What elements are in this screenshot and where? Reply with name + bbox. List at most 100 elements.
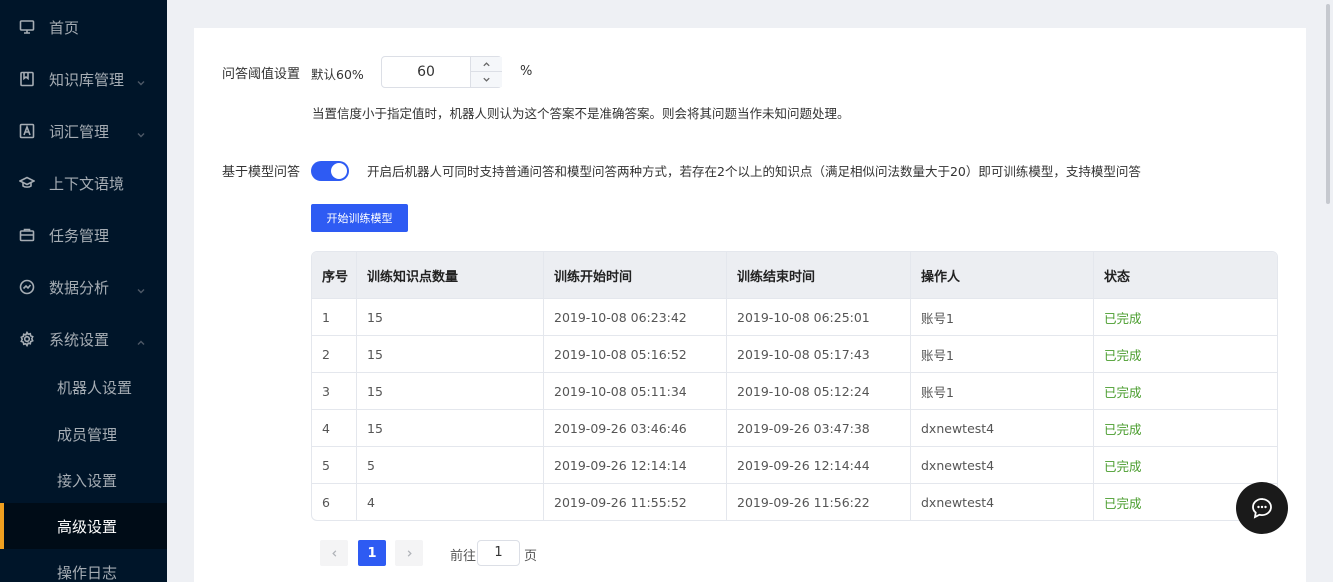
table-cell: 2019-10-08 05:16:52 (544, 335, 727, 372)
chevron-down-icon (136, 282, 146, 294)
table-cell: 15 (357, 409, 544, 446)
column-header: 训练结束时间 (727, 252, 911, 298)
column-header: 状态 (1094, 252, 1277, 298)
scrollbar-thumb[interactable] (1326, 4, 1330, 204)
decrease-button[interactable] (471, 72, 502, 87)
sidebar-subitem-label: 成员管理 (57, 425, 118, 444)
briefcase-icon (19, 227, 35, 243)
table-cell: 2019-10-08 06:23:42 (544, 298, 727, 335)
column-header: 训练知识点数量 (357, 252, 544, 298)
sidebar-subitem-label: 接入设置 (57, 471, 118, 490)
table-cell: 2 (312, 335, 357, 372)
chat-bubble-icon (1252, 498, 1272, 519)
sidebar-item-knowledge-base[interactable]: 知识库管理 (0, 54, 167, 104)
sidebar-item-analytics[interactable]: 数据分析 (0, 262, 167, 312)
sidebar-subitem-label: 操作日志 (57, 563, 118, 582)
status-cell: 已完成 (1094, 372, 1277, 409)
chart-circle-icon (19, 279, 35, 295)
sidebar-subitem-advanced-settings[interactable]: 高级设置 (0, 503, 167, 549)
table-row: 2 15 2019-10-08 05:16:52 2019-10-08 05:1… (312, 335, 1277, 372)
threshold-label: 问答阈值设置 (222, 67, 301, 82)
table-cell: 4 (312, 409, 357, 446)
increase-button[interactable] (471, 57, 502, 72)
sidebar-subitem-label: 机器人设置 (57, 378, 133, 397)
chevron-down-icon (483, 77, 490, 82)
table-row: 1 15 2019-10-08 06:23:42 2019-10-08 06:2… (312, 298, 1277, 335)
table-cell: 2019-09-26 03:46:46 (544, 409, 727, 446)
sidebar-item-label: 知识库管理 (49, 70, 125, 89)
table-cell: 1 (312, 298, 357, 335)
sidebar-subitem-operation-log[interactable]: 操作日志 (0, 549, 167, 582)
table-cell: 15 (357, 335, 544, 372)
sidebar-item-label: 上下文语境 (49, 174, 125, 193)
table-cell: dxnewtest4 (911, 446, 1094, 483)
prev-page-button[interactable] (320, 540, 348, 566)
table-cell: dxnewtest4 (911, 409, 1094, 446)
table-cell: 15 (357, 372, 544, 409)
stepper-buttons (470, 57, 502, 87)
sidebar-item-home[interactable]: 首页 (0, 2, 167, 52)
threshold-unit: % (520, 64, 533, 79)
table-cell: 3 (312, 372, 357, 409)
sidebar-item-context[interactable]: 上下文语境 (0, 158, 167, 208)
threshold-stepper[interactable]: 60 (381, 56, 502, 88)
column-header: 训练开始时间 (544, 252, 727, 298)
sidebar-item-system-settings[interactable]: 系统设置 (0, 314, 167, 364)
book-icon (19, 71, 35, 87)
sidebar-item-label: 首页 (49, 18, 80, 37)
table-cell: 2019-09-26 03:47:38 (727, 409, 911, 446)
sidebar-item-label: 任务管理 (49, 226, 110, 245)
chevron-down-icon (136, 74, 146, 86)
table-cell: 4 (357, 483, 544, 520)
chevron-left-icon (331, 549, 336, 557)
table-row: 3 15 2019-10-08 05:11:34 2019-10-08 05:1… (312, 372, 1277, 409)
table-row: 5 5 2019-09-26 12:14:14 2019-09-26 12:14… (312, 446, 1277, 483)
threshold-hint: 当置信度小于指定值时，机器人则认为这个答案不是准确答案。则会将其问题当作未知问题… (312, 106, 850, 121)
table-cell: 2019-10-08 06:25:01 (727, 298, 911, 335)
page-scrollbar[interactable] (1323, 0, 1333, 582)
table-cell: 6 (312, 483, 357, 520)
start-training-button[interactable]: 开始训练模型 (311, 204, 408, 232)
table-cell: 账号1 (911, 335, 1094, 372)
sidebar-item-label: 数据分析 (49, 278, 110, 297)
next-page-button[interactable] (395, 540, 423, 566)
sidebar-subitem-access-settings[interactable]: 接入设置 (0, 457, 167, 503)
goto-page-input[interactable]: 1 (477, 540, 520, 566)
sidebar: 首页 知识库管理 词汇管理 上下文语境 任务管理 数据分析 系统设置 机器人设置… (0, 0, 167, 582)
column-header: 操作人 (911, 252, 1094, 298)
table-cell: 2019-09-26 12:14:14 (544, 446, 727, 483)
column-header: 序号 (312, 252, 357, 298)
sidebar-subitem-robot-settings[interactable]: 机器人设置 (0, 364, 167, 410)
table-cell: 2019-09-26 11:55:52 (544, 483, 727, 520)
table-cell: 2019-10-08 05:12:24 (727, 372, 911, 409)
sidebar-item-tasks[interactable]: 任务管理 (0, 210, 167, 260)
status-cell: 已完成 (1094, 298, 1277, 335)
status-cell: 已完成 (1094, 446, 1277, 483)
status-cell: 已完成 (1094, 409, 1277, 446)
page-suffix: 页 (524, 549, 538, 564)
table-cell: 账号1 (911, 298, 1094, 335)
gear-icon (19, 331, 35, 347)
table-cell: 2019-10-08 05:17:43 (727, 335, 911, 372)
table-cell: 15 (357, 298, 544, 335)
threshold-input[interactable]: 60 (382, 57, 470, 87)
chat-button[interactable] (1236, 482, 1288, 534)
page-number-current[interactable]: 1 (358, 540, 386, 566)
table-cell: dxnewtest4 (911, 483, 1094, 520)
table-cell: 5 (312, 446, 357, 483)
monitor-icon (19, 19, 35, 35)
table-cell: 账号1 (911, 372, 1094, 409)
graduation-cap-icon (19, 175, 35, 191)
sidebar-item-vocabulary[interactable]: 词汇管理 (0, 106, 167, 156)
goto-label: 前往 (450, 549, 477, 564)
table-row: 4 15 2019-09-26 03:46:46 2019-09-26 03:4… (312, 409, 1277, 446)
chevron-up-icon (136, 334, 146, 345)
toggle-knob (331, 163, 347, 179)
table-header-row: 序号 训练知识点数量 训练开始时间 训练结束时间 操作人 状态 (312, 252, 1277, 298)
chevron-up-icon (483, 61, 490, 66)
model-qa-label: 基于模型问答 (222, 165, 301, 180)
model-qa-toggle[interactable] (311, 161, 349, 181)
model-qa-description: 开启后机器人可同时支持普通问答和模型问答两种方式，若存在2个以上的知识点（满足相… (367, 164, 1141, 179)
sidebar-subitem-members[interactable]: 成员管理 (0, 411, 167, 457)
table-row: 6 4 2019-09-26 11:55:52 2019-09-26 11:56… (312, 483, 1277, 520)
